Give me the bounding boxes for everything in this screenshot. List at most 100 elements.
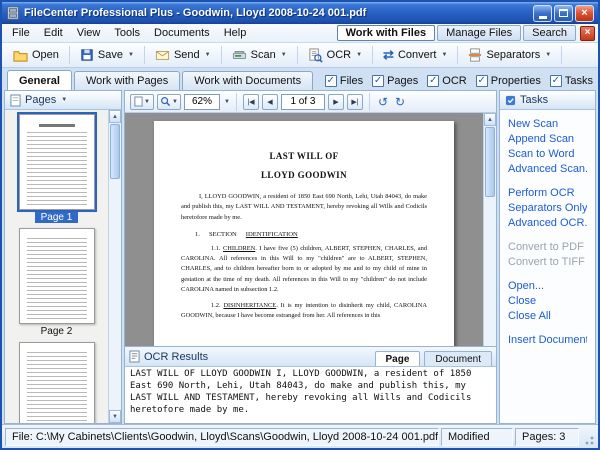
scroll-down-icon[interactable]: ▼ [109,410,121,423]
mode-tab-strip: Work with Files Manage Files Search × [337,25,595,41]
thumbnail-list: Page 1 Page 2 Page 3 ▲ ▼ [5,110,121,423]
chevron-down-icon[interactable]: ▼ [356,52,362,58]
separators-button-label: Separators [486,49,540,61]
rotate-left-icon[interactable]: ↺ [376,95,390,109]
first-page-button[interactable]: |◀ [243,94,259,110]
ocr-button-label: OCR [327,49,351,61]
task-close[interactable]: Close [508,294,587,309]
ocr-tab-document[interactable]: Document [424,351,492,366]
page-number-input[interactable] [281,94,325,110]
minimize-button[interactable] [533,5,552,22]
menu-edit[interactable]: Edit [37,25,70,41]
menu-help[interactable]: Help [217,25,254,41]
tab-work-with-files[interactable]: Work with Files [337,25,435,41]
previous-page-button[interactable]: ◀ [262,94,278,110]
tab-work-with-documents[interactable]: Work with Documents [182,71,313,90]
status-file-path: File: C:\My Cabinets\Clients\Goodwin, Ll… [5,428,439,446]
status-bar: File: C:\My Cabinets\Clients\Goodwin, Ll… [2,424,598,448]
doc-clause-title: CHILDREN [223,245,255,252]
page-thumbnail-3[interactable] [19,342,95,423]
caption-buttons: × [533,5,594,22]
chevron-down-icon[interactable]: ▼ [205,52,211,58]
scan-button[interactable]: Scan ▼ [225,45,294,65]
toggle-pages[interactable]: ✓Pages [372,75,418,87]
maximize-button[interactable] [554,5,573,22]
viewer-toolbar: ▼ ▼ ▼ |◀ ◀ ▶ ▶| ↺ ↻ [125,91,496,113]
task-perform-ocr[interactable]: Perform OCR [508,186,587,201]
chevron-down-icon[interactable]: ▼ [441,52,447,58]
zoom-tool-button[interactable]: ▼ [157,94,181,110]
chevron-down-icon[interactable]: ▼ [224,99,230,105]
zoom-level-input[interactable] [184,94,220,110]
close-button[interactable]: × [575,5,594,22]
save-button[interactable]: Save ▼ [73,45,141,65]
pages-panel: Pages ▼ Page 1 Page 2 Page 3 ▲ [4,90,122,424]
toggle-files[interactable]: ✓Files [325,75,363,87]
task-separators-only[interactable]: Separators Only [508,201,587,216]
task-append-scan[interactable]: Append Scan [508,132,587,147]
scrollbar-thumb[interactable] [110,124,120,179]
page-thumbnail-1[interactable] [19,114,95,210]
ocr-page-icon [129,350,140,363]
ocr-tab-page[interactable]: Page [375,351,421,366]
scroll-up-icon[interactable]: ▲ [484,113,496,126]
send-button[interactable]: Send ▼ [148,45,218,65]
tab-search[interactable]: Search [523,25,576,41]
next-page-button[interactable]: ▶ [328,94,344,110]
menu-bar: File Edit View Tools Documents Help Work… [2,24,598,43]
toggle-properties[interactable]: ✓Properties [476,75,541,87]
toolbar-separator [221,46,222,64]
task-advanced-ocr[interactable]: Advanced OCR... [508,216,587,231]
task-advanced-scan[interactable]: Advanced Scan... [508,162,587,177]
task-new-scan[interactable]: New Scan [508,117,587,132]
title-bar[interactable]: FileCenter Professional Plus - Goodwin, … [2,2,598,24]
separator-pages-icon [468,48,482,62]
view-tab-row: General Work with Pages Work with Docume… [2,68,598,90]
menu-view[interactable]: View [70,25,108,41]
task-convert-to-tiff: Convert to TIFF [508,255,587,270]
page-thumbnail-2[interactable] [19,228,95,324]
tab-general[interactable]: General [7,70,72,90]
close-icon[interactable]: × [580,26,595,41]
separators-button[interactable]: Separators ▼ [461,45,558,65]
pages-panel-header[interactable]: Pages ▼ [5,91,121,110]
chevron-down-icon[interactable]: ▼ [281,52,287,58]
doc-title-line1: LAST WILL OF [181,151,427,161]
scroll-up-icon[interactable]: ▲ [109,110,121,123]
ocr-button[interactable]: OCR ▼ [301,45,369,66]
page-thumbnail-1-label[interactable]: Page 1 [35,212,79,223]
toggle-ocr[interactable]: ✓OCR [427,75,466,87]
thumbnails-scrollbar[interactable]: ▲ ▼ [108,110,121,423]
tab-manage-files[interactable]: Manage Files [437,25,521,41]
task-open[interactable]: Open... [508,279,587,294]
page-layout-button[interactable]: ▼ [130,94,154,110]
toggle-tasks[interactable]: ✓Tasks [550,75,593,87]
toggle-ocr-label: OCR [442,75,466,87]
checkbox-icon: ✓ [427,75,439,87]
last-page-button[interactable]: ▶| [347,94,363,110]
checkbox-icon: ✓ [550,75,562,87]
rotate-right-icon[interactable]: ↻ [393,95,407,109]
task-scan-to-word[interactable]: Scan to Word [508,147,587,162]
convert-arrows-icon: ⇄ [383,49,394,61]
chevron-down-icon[interactable]: ▼ [545,52,551,58]
tab-work-with-pages[interactable]: Work with Pages [74,71,180,90]
convert-button[interactable]: ⇄ Convert ▼ [376,46,454,64]
menu-file[interactable]: File [5,25,37,41]
thumbnail-preview [27,238,87,320]
menu-documents[interactable]: Documents [147,25,217,41]
ocr-text[interactable]: LAST WILL OF LLOYD GOODWIN I, LLOYD GOOD… [125,367,496,423]
task-insert-document[interactable]: Insert Document... [508,333,587,348]
ocr-results-panel: OCR Results Page Document LAST WILL OF L… [124,346,497,424]
ocr-panel-title: OCR Results [144,351,208,363]
page-thumbnail-2-label[interactable]: Page 2 [35,326,79,337]
resize-grip[interactable] [581,432,595,446]
chevron-down-icon[interactable]: ▼ [128,52,134,58]
app-window: FileCenter Professional Plus - Goodwin, … [0,0,600,450]
scrollbar-thumb[interactable] [485,127,495,197]
toolbar-separator [457,46,458,64]
menu-tools[interactable]: Tools [107,25,147,41]
open-button[interactable]: Open [6,45,66,66]
task-close-all[interactable]: Close All [508,309,587,324]
chevron-down-icon[interactable]: ▼ [61,97,67,103]
